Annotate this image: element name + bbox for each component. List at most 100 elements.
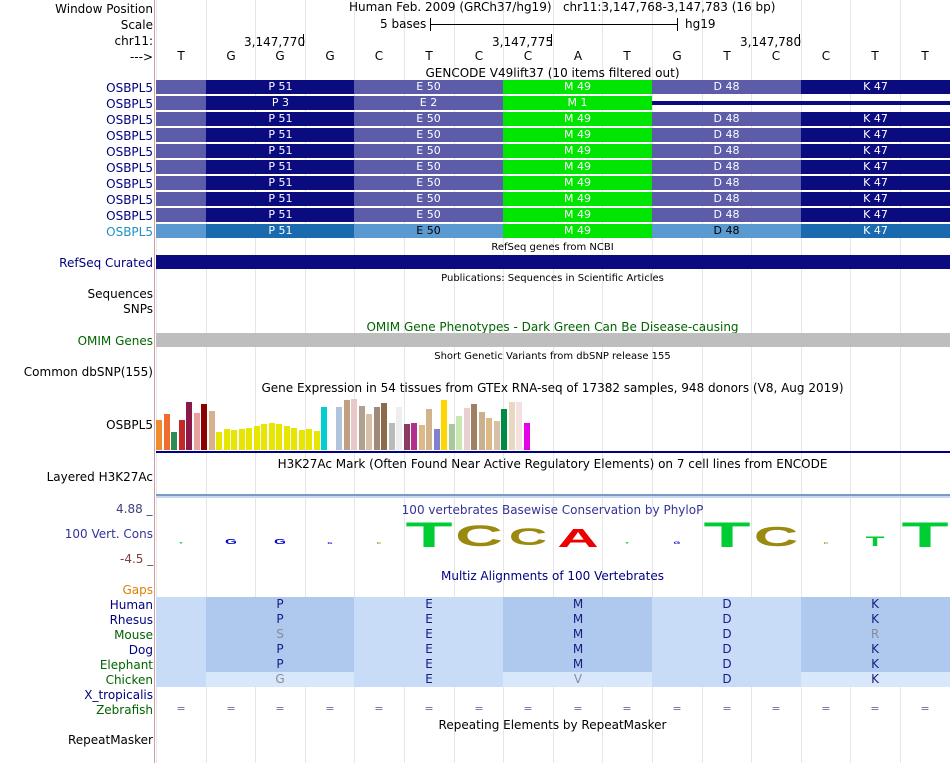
- gtex-tissue-bar[interactable]: [516, 402, 522, 450]
- gtex-tissue-bar[interactable]: [276, 424, 282, 450]
- refseq-gene-bar[interactable]: [156, 255, 950, 269]
- gencode-codon[interactable]: P 51: [206, 160, 355, 174]
- gencode-codon[interactable]: [156, 192, 206, 206]
- gencode-codon[interactable]: E 50: [354, 144, 503, 158]
- gtex-tissue-bar[interactable]: [418, 425, 425, 450]
- gencode-codon[interactable]: P 51: [206, 80, 355, 94]
- gtex-tissue-bar[interactable]: [261, 424, 267, 450]
- gencode-codon[interactable]: D 48: [652, 144, 801, 158]
- gencode-codon[interactable]: P 51: [206, 112, 355, 126]
- gencode-codon[interactable]: D 48: [652, 128, 801, 142]
- gtex-tissue-bar[interactable]: [291, 428, 297, 450]
- gencode-row-label[interactable]: OSBPL5: [106, 225, 153, 239]
- gtex-tissue-bar[interactable]: [306, 429, 312, 450]
- gencode-codon[interactable]: M 49: [503, 208, 652, 222]
- gtex-tissue-bar[interactable]: [508, 402, 515, 450]
- gencode-codon[interactable]: D 48: [652, 80, 801, 94]
- gencode-codon[interactable]: M 49: [503, 176, 652, 190]
- gtex-tissue-bar[interactable]: [358, 406, 365, 450]
- gencode-codon[interactable]: E 50: [354, 176, 503, 190]
- dbsnp-label[interactable]: Common dbSNP(155): [24, 365, 153, 379]
- publications-label-snps[interactable]: SNPs: [123, 302, 153, 316]
- gtex-tissue-bar[interactable]: [403, 424, 410, 450]
- species-label[interactable]: Human: [110, 598, 153, 612]
- gencode-codon[interactable]: M 1: [503, 96, 652, 110]
- gtex-tissue-bar[interactable]: [523, 423, 530, 450]
- gtex-tissue-bar[interactable]: [336, 407, 342, 450]
- gencode-codon[interactable]: K 47: [801, 80, 950, 94]
- gtex-tissue-bar[interactable]: [343, 400, 350, 450]
- gencode-codon[interactable]: K 47: [801, 144, 950, 158]
- gtex-tissue-bar[interactable]: [433, 429, 440, 450]
- phylop-logo[interactable]: TGGGCTCCATGTCCTT: [156, 516, 950, 553]
- gtex-tissue-bar[interactable]: [328, 440, 335, 450]
- gencode-codon[interactable]: M 49: [503, 144, 652, 158]
- gtex-tissue-bar[interactable]: [313, 431, 320, 450]
- gtex-tissue-bar[interactable]: [426, 409, 432, 450]
- gencode-codon[interactable]: P 51: [206, 224, 355, 238]
- gtex-tissue-bar[interactable]: [216, 432, 222, 450]
- gtex-tissue-bar[interactable]: [238, 429, 245, 450]
- gencode-codon[interactable]: P 51: [206, 192, 355, 206]
- gencode-codon[interactable]: [156, 208, 206, 222]
- gencode-codon[interactable]: K 47: [801, 224, 950, 238]
- species-label[interactable]: X_tropicalis: [84, 688, 153, 702]
- gtex-tissue-bar[interactable]: [186, 402, 192, 450]
- gtex-tissue-bar[interactable]: [231, 430, 237, 450]
- gtex-tissue-bar[interactable]: [441, 400, 447, 450]
- gencode-row-label[interactable]: OSBPL5: [106, 161, 153, 175]
- gtex-tissue-bar[interactable]: [448, 424, 455, 450]
- repeatmasker-label[interactable]: RepeatMasker: [68, 733, 153, 747]
- gencode-row-label[interactable]: OSBPL5: [106, 113, 153, 127]
- gtex-tissue-bar[interactable]: [283, 426, 290, 450]
- gtex-tissue-bar[interactable]: [471, 404, 477, 450]
- gtex-tissue-bar[interactable]: [193, 413, 200, 450]
- gencode-codon[interactable]: [156, 80, 206, 94]
- omim-label[interactable]: OMIM Genes: [78, 334, 153, 348]
- gencode-codon[interactable]: E 2: [354, 96, 503, 110]
- gencode-codon[interactable]: D 48: [652, 160, 801, 174]
- gencode-codon[interactable]: [156, 224, 206, 238]
- species-label[interactable]: Rhesus: [110, 613, 153, 627]
- gencode-codon[interactable]: D 48: [652, 192, 801, 206]
- gencode-codon[interactable]: E 50: [354, 160, 503, 174]
- gencode-codon[interactable]: P 3: [206, 96, 355, 110]
- gencode-row-label[interactable]: OSBPL5: [106, 129, 153, 143]
- omim-bar[interactable]: [156, 333, 950, 347]
- gencode-codon[interactable]: K 47: [801, 208, 950, 222]
- gtex-tissue-bar[interactable]: [163, 414, 170, 450]
- gencode-row-label[interactable]: OSBPL5: [106, 177, 153, 191]
- gencode-codon[interactable]: K 47: [801, 160, 950, 174]
- gtex-tissue-bar[interactable]: [396, 407, 402, 450]
- gtex-tissue-bar[interactable]: [493, 421, 500, 450]
- gencode-row-label[interactable]: OSBPL5: [106, 97, 153, 111]
- gencode-codon[interactable]: [156, 144, 206, 158]
- gencode-codon[interactable]: P 51: [206, 176, 355, 190]
- species-label[interactable]: Zebrafish: [96, 703, 153, 717]
- gencode-row-label[interactable]: OSBPL5: [106, 193, 153, 207]
- gencode-codon[interactable]: M 49: [503, 192, 652, 206]
- gencode-codon[interactable]: [156, 128, 206, 142]
- gtex-tissue-bar[interactable]: [381, 403, 387, 450]
- gencode-codon[interactable]: M 49: [503, 80, 652, 94]
- gencode-row-label[interactable]: OSBPL5: [106, 145, 153, 159]
- gencode-codon[interactable]: E 50: [354, 128, 503, 142]
- publications-label-sequences[interactable]: Sequences: [88, 287, 153, 301]
- gencode-row-label[interactable]: OSBPL5: [106, 209, 153, 223]
- gencode-codon[interactable]: [156, 160, 206, 174]
- gtex-tissue-bar[interactable]: [268, 423, 275, 450]
- gtex-tissue-bar[interactable]: [321, 407, 327, 450]
- gencode-codon[interactable]: K 47: [801, 176, 950, 190]
- gencode-codon[interactable]: E 50: [354, 224, 503, 238]
- phylop-label[interactable]: 100 Vert. Cons: [65, 527, 153, 541]
- gtex-tissue-bar[interactable]: [351, 399, 357, 450]
- gencode-codon[interactable]: M 49: [503, 112, 652, 126]
- gencode-codon[interactable]: K 47: [801, 112, 950, 126]
- species-label[interactable]: Dog: [129, 643, 153, 657]
- gencode-codon[interactable]: P 51: [206, 128, 355, 142]
- gtex-tissue-bar[interactable]: [246, 428, 252, 450]
- h3k27ac-label[interactable]: Layered H3K27Ac: [47, 470, 153, 484]
- gtex-tissue-bar[interactable]: [463, 408, 470, 450]
- gtex-tissue-bar[interactable]: [373, 407, 380, 450]
- gencode-codon[interactable]: E 50: [354, 192, 503, 206]
